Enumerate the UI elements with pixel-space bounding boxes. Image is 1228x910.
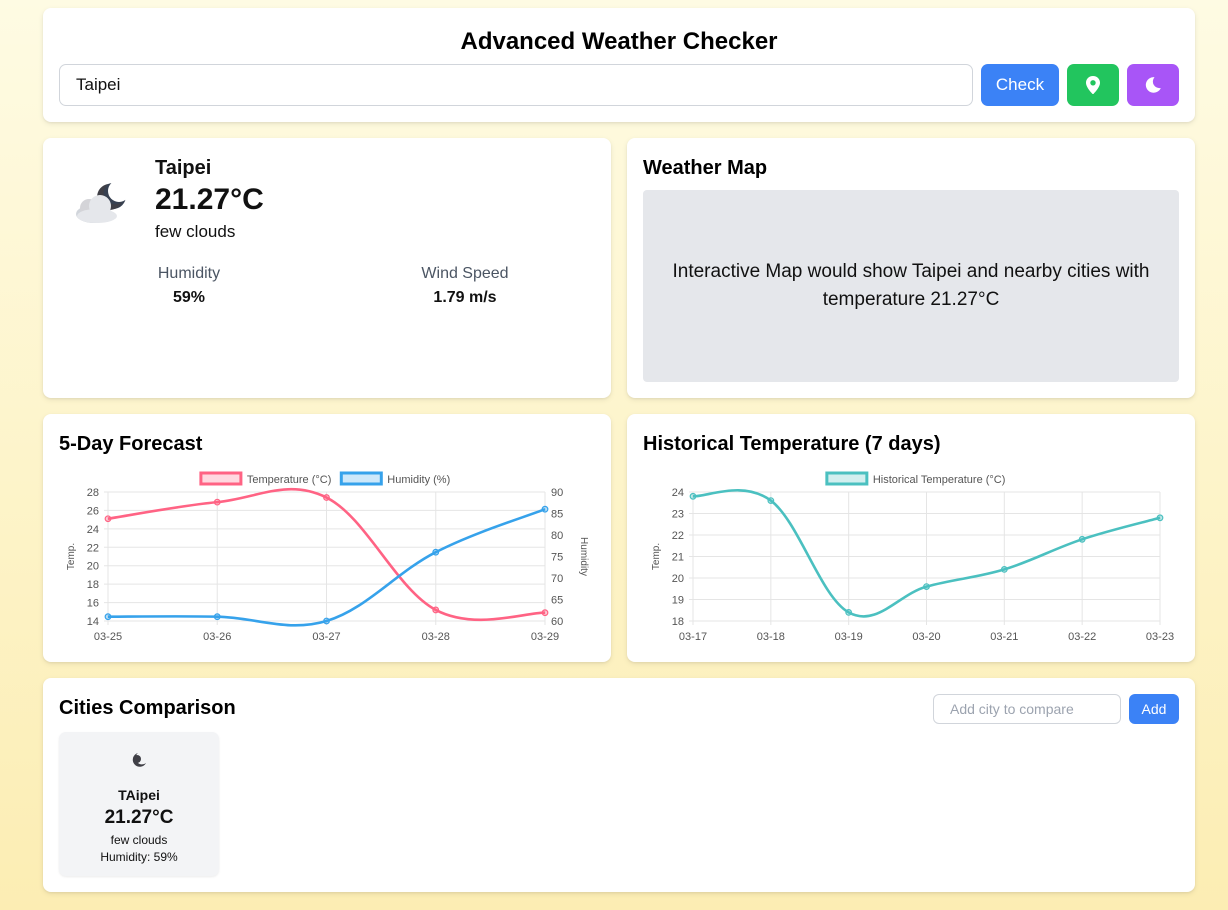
y-tick-label: 23 (672, 509, 684, 521)
tile-humidity: Humidity: 59% (100, 850, 178, 864)
y-tick-label: 18 (672, 616, 684, 628)
wind-speed-label: Wind Speed (421, 265, 509, 282)
forecast-card: 5-Day Forecast 14 16 18 20 22 24 26 28 03-25 03-2… (43, 414, 611, 662)
data-point (845, 608, 853, 616)
x-tick-label: 03-20 (912, 631, 940, 643)
y-tick-label: 28 (87, 487, 99, 499)
app-title: Advanced Weather Checker (460, 28, 778, 55)
compare-city-input[interactable] (933, 694, 1121, 724)
current-city-name: Taipei (155, 157, 212, 179)
data-point (213, 613, 221, 621)
weather-map-card: Weather Map Interactive Map would show T… (627, 138, 1195, 398)
map-pin-icon (1086, 76, 1100, 94)
forecast-chart[interactable]: 14 16 18 20 22 24 26 28 03-25 03-26 03-27 03-28 03-2… (43, 414, 611, 662)
y-tick-label: 21 (672, 552, 684, 564)
data-point (323, 494, 330, 501)
moon-icon (1145, 77, 1161, 93)
x-tick-label: 03-19 (835, 631, 863, 643)
humidity-label: Humidity (157, 265, 221, 282)
historical-chart[interactable]: 18 19 20 21 22 23 24 03-17 03-18 03-19 03-20 03-21 0… (627, 414, 1195, 662)
y-tick-label: 20 (672, 573, 684, 585)
current-temperature: 21.27°C (155, 183, 264, 216)
data-point (323, 617, 330, 625)
data-point (432, 548, 440, 556)
y-axis-label: Temp. (66, 543, 77, 570)
current-weather-card: Taipei 21.27°C few clouds Humidity 59% W… (43, 138, 611, 398)
search-panel: Advanced Weather Checker Check (43, 8, 1195, 122)
add-city-button[interactable]: Add (1129, 694, 1179, 724)
y-tick-label: 14 (87, 616, 99, 628)
data-point (1078, 535, 1086, 543)
wind-speed-value: 1.79 m/s (433, 289, 497, 306)
y2-axis-label: Humidity (578, 537, 589, 576)
x-tick-label: 03-29 (531, 631, 559, 643)
map-placeholder-text: Interactive Map would show Taipei and ne… (672, 261, 1150, 310)
data-point (432, 606, 440, 614)
dark-mode-toggle[interactable] (1127, 64, 1179, 106)
data-point (1156, 514, 1164, 522)
y2-tick-label: 60 (551, 616, 563, 628)
y2-tick-label: 80 (551, 530, 563, 542)
y-tick-label: 24 (672, 487, 684, 499)
x-tick-label: 03-27 (312, 631, 340, 643)
legend-swatch (199, 471, 243, 486)
tile-description: few clouds (110, 833, 168, 847)
x-tick-label: 03-21 (990, 631, 1018, 643)
x-tick-label: 03-18 (757, 631, 785, 643)
city-search-input[interactable] (59, 64, 973, 106)
x-tick-label: 03-28 (422, 631, 450, 643)
y2-tick-label: 70 (551, 573, 563, 585)
y-tick-label: 18 (87, 579, 99, 591)
legend-swatch (339, 471, 383, 486)
map-placeholder[interactable]: Interactive Map would show Taipei and ne… (643, 190, 1179, 382)
y2-tick-label: 75 (551, 552, 563, 564)
few-clouds-night-icon (132, 753, 146, 767)
data-point (1000, 565, 1008, 573)
data-point (541, 609, 549, 617)
city-comparison-tile[interactable]: TAipei 21.27°C few clouds Humidity: 59% (59, 732, 219, 876)
y2-tick-label: 65 (551, 595, 563, 607)
data-point (689, 492, 697, 500)
historical-card: Historical Temperature (7 days) 18 19 20 21… (627, 414, 1195, 662)
y2-tick-label: 85 (551, 509, 563, 521)
y-axis-label: Temp. (651, 543, 662, 570)
data-point (213, 498, 221, 506)
data-point (104, 515, 112, 523)
x-tick-label: 03-26 (203, 631, 231, 643)
legend-label: Humidity (%) (387, 474, 450, 486)
tile-temperature: 21.27°C (104, 807, 174, 828)
x-tick-label: 03-17 (679, 631, 707, 643)
map-title: Weather Map (643, 157, 768, 179)
data-point (923, 583, 930, 591)
x-tick-label: 03-23 (1146, 631, 1174, 643)
cities-comparison-card: Cities Comparison Add TAipei 21.27°C few… (43, 678, 1195, 892)
y-tick-label: 16 (87, 598, 99, 610)
data-point (767, 497, 775, 504)
x-tick-label: 03-22 (1068, 631, 1096, 643)
check-button[interactable]: Check (981, 64, 1059, 106)
weather-description: few clouds (155, 222, 236, 241)
y-tick-label: 22 (87, 542, 99, 554)
humidity-value: 59% (172, 289, 206, 306)
data-point (541, 505, 549, 513)
few-clouds-night-icon (76, 180, 130, 223)
x-tick-label: 03-25 (94, 631, 122, 643)
legend-swatch (825, 471, 869, 486)
current-location-button[interactable] (1067, 64, 1119, 106)
y2-tick-label: 90 (551, 487, 563, 499)
y-tick-label: 20 (87, 561, 99, 573)
y-tick-label: 26 (87, 505, 99, 517)
y-tick-label: 19 (672, 595, 684, 607)
tile-city-name: TAipei (118, 787, 160, 803)
data-point (104, 613, 112, 621)
comparison-title: Cities Comparison (59, 697, 236, 719)
legend-label: Historical Temperature (°C) (873, 474, 1006, 486)
y-tick-label: 22 (672, 530, 684, 542)
y-tick-label: 24 (87, 524, 99, 536)
legend-label: Temperature (°C) (247, 474, 331, 486)
